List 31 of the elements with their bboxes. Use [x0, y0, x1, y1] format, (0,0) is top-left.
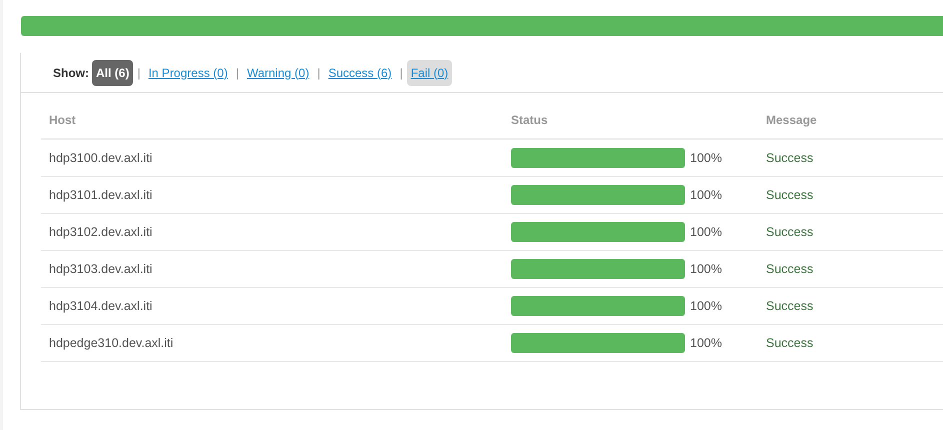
- filter-link[interactable]: In Progress (0): [144, 60, 232, 86]
- filter-link[interactable]: Success (6): [324, 60, 396, 86]
- separator: |: [137, 64, 140, 82]
- show-label: Show:: [53, 64, 89, 82]
- progress-reading: 100%: [690, 260, 722, 278]
- filter-link[interactable]: Warning (0): [242, 60, 314, 86]
- host-cell-text: hdp3103.dev.axl.iti: [48, 260, 154, 278]
- message-cell-text: Success: [766, 260, 814, 278]
- filter-link[interactable]: All (6): [92, 60, 134, 86]
- message-cell-text: Success: [766, 224, 814, 241]
- separator: |: [236, 64, 239, 82]
- host-cell-text: hdp3102.dev.axl.iti: [48, 224, 154, 241]
- separator: |: [400, 64, 403, 82]
- progress-reading: 100%: [690, 334, 722, 352]
- separator: |: [317, 64, 320, 82]
- message-cell-text: Success: [766, 150, 814, 167]
- host-cell-text: hdp3100.dev.axl.iti: [48, 150, 154, 167]
- progress-reading: 100%: [690, 298, 722, 315]
- progress-reading: 100%: [690, 186, 722, 204]
- host-cell-text: hdp3101.dev.axl.iti: [48, 186, 154, 204]
- message-cell-text: Success: [766, 334, 814, 352]
- column-header: Status: [511, 112, 549, 128]
- host-cell-text: hdpedge310.dev.axl.iti: [48, 334, 174, 352]
- column-header: Host: [48, 112, 77, 128]
- column-header: Message: [766, 112, 817, 128]
- host-cell-text: hdp3104.dev.axl.iti: [48, 298, 154, 315]
- message-cell-text: Success: [766, 298, 814, 315]
- message-cell-text: Success: [766, 186, 814, 204]
- progress-reading: 100%: [690, 150, 722, 167]
- progress-reading: 100%: [690, 224, 722, 241]
- filter-link[interactable]: Fail (0): [406, 60, 452, 86]
